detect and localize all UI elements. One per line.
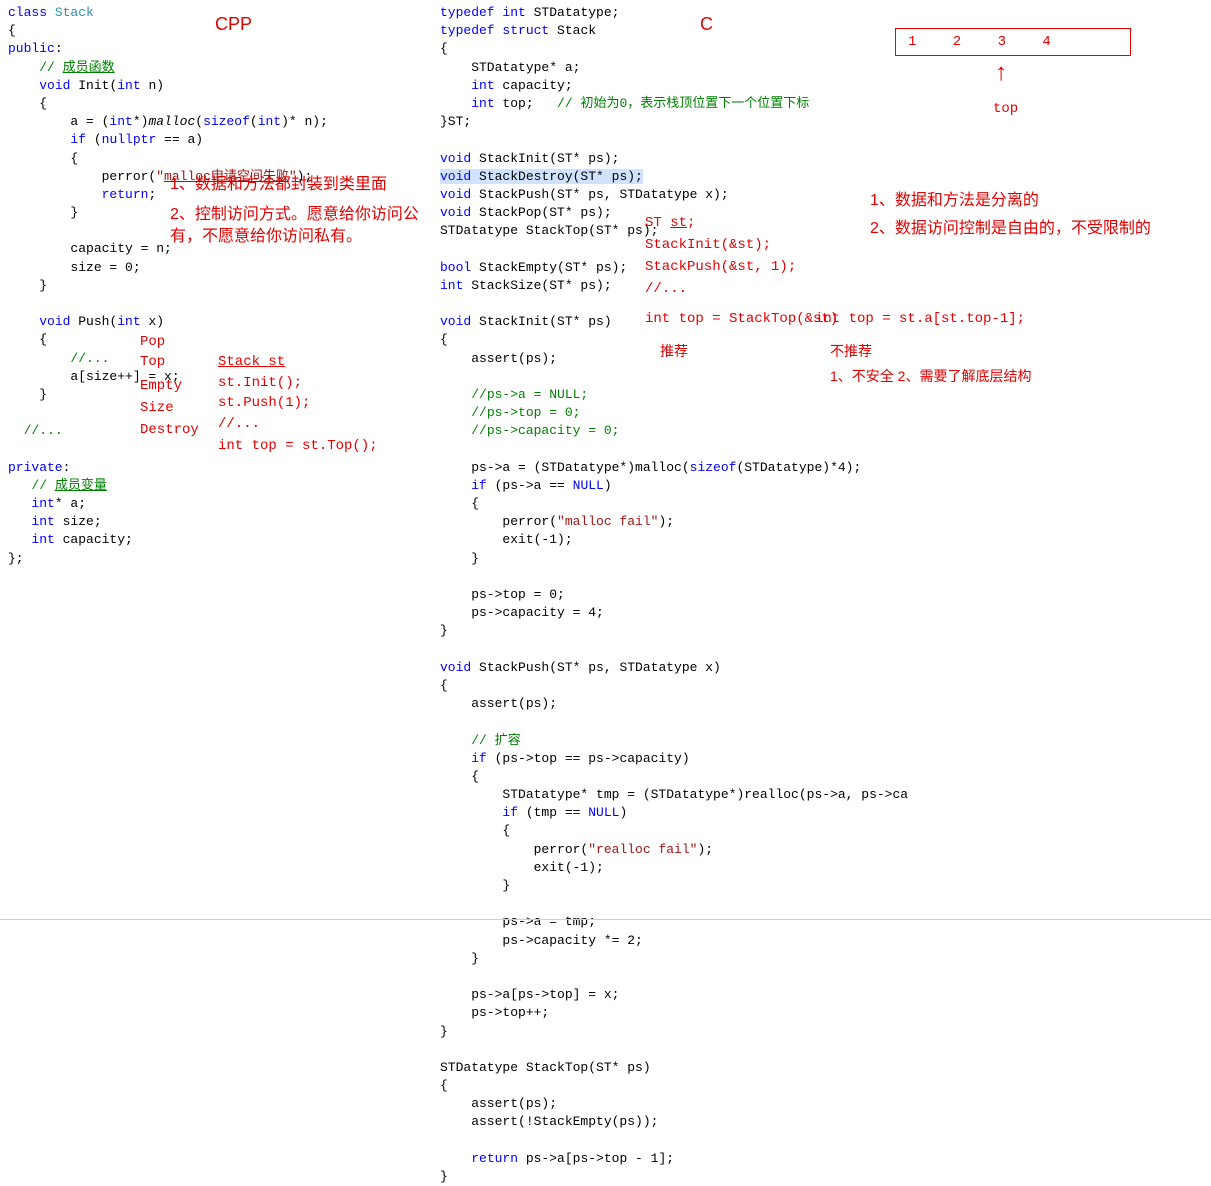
c-usage-init: StackInit(&st); [645,236,771,256]
c-usage-decl: ST st; [645,214,695,234]
horizontal-rule [0,919,1211,920]
stack-array: 1 2 3 4 [895,28,1131,56]
c-label-notrecommend: 不推荐 [830,342,872,362]
cpp-method-destroy: Destroy [140,421,199,441]
cpp-method-top: Top [140,353,165,373]
note-c-1: 1、数据和方法是分离的 [870,190,1039,212]
c-usage-topa: int top = StackTop(&st) [645,310,838,330]
cpp-usage-top: int top = st.Top(); [218,437,378,457]
label-top: top [993,100,1018,120]
c-usage-push: StackPush(&st, 1); [645,258,796,278]
cpp-method-size: Size [140,399,174,419]
cpp-usage-push: st.Push(1); [218,394,310,414]
cpp-code-block: class Stack { public: // 成员函数 void Init(… [8,4,428,568]
cpp-usage-init: st.Init(); [218,374,302,394]
arrow-up-icon: ↑ [994,58,1008,92]
cpp-usage-decl: Stack st [218,353,285,373]
c-usage-topb: int top = st.a[st.top-1]; [815,310,1025,330]
cpp-method-pop: Pop [140,333,165,353]
c-usage-dots: //... [645,280,687,300]
note-c-2: 2、数据访问控制是自由的，不受限制的 [870,218,1151,240]
c-code-block: typedef int STDatatype; typedef struct S… [440,4,860,1186]
c-label-unsafe: 1、不安全 2、需要了解底层结构 [830,367,1031,387]
c-label-recommend: 推荐 [660,342,688,362]
cpp-method-empty: Empty [140,377,182,397]
cpp-usage-dots: //... [218,415,260,435]
